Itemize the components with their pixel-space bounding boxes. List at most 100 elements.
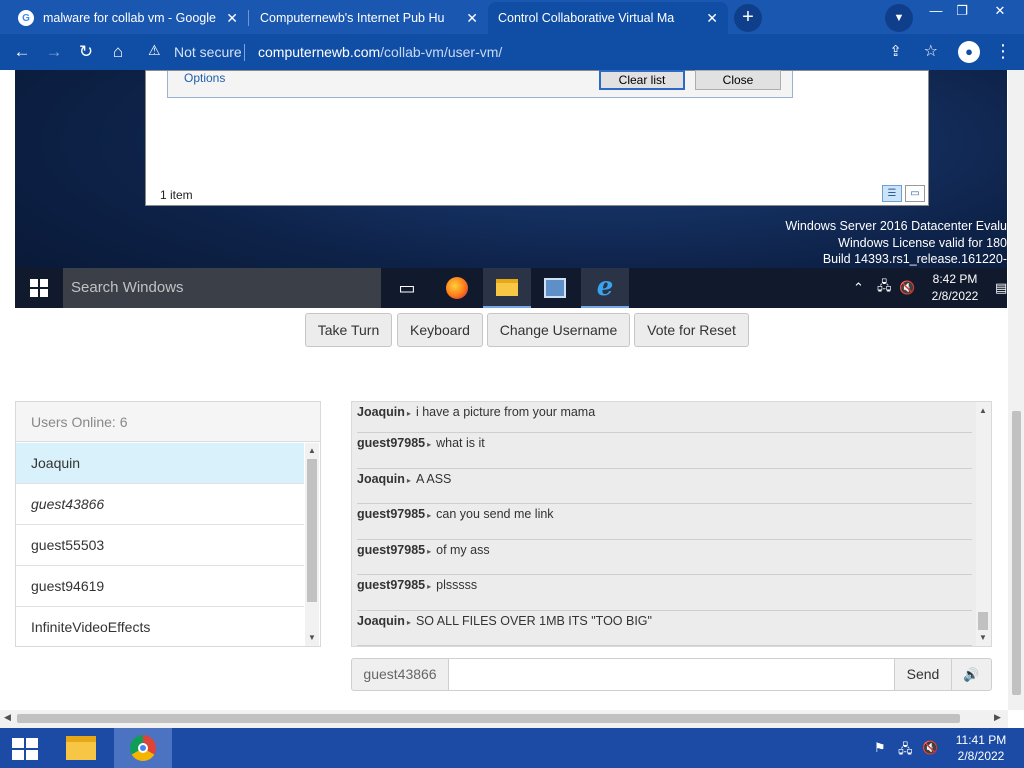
vm-time: 8:42 PM — [932, 272, 978, 286]
browser-toolbar: ← → ↻ ⌂ ⚠ Not secure computernewb.com/co… — [0, 34, 1024, 70]
scroll-up-icon[interactable]: ▲ — [305, 446, 319, 455]
keyboard-button[interactable]: Keyboard — [397, 313, 483, 347]
user-list-item[interactable]: guest94619 — [16, 566, 304, 607]
divider — [244, 44, 245, 61]
forward-button[interactable]: → — [42, 40, 66, 64]
flag-icon[interactable]: ⚑ — [874, 740, 886, 756]
chat-username-label: guest43866 — [351, 658, 449, 691]
scroll-thumb[interactable] — [17, 714, 960, 723]
chat-message-user[interactable]: guest97985 — [357, 507, 425, 521]
change-username-button[interactable]: Change Username — [487, 313, 630, 347]
notifications-icon[interactable]: ▤ — [995, 268, 1007, 308]
tab-google-search[interactable]: G malware for collab vm - Google S ✕ — [8, 2, 248, 34]
bookmark-star-icon[interactable]: ☆ — [924, 41, 938, 61]
scroll-thumb[interactable] — [1012, 411, 1021, 695]
scroll-right-icon[interactable]: ▶ — [994, 712, 1001, 723]
scroll-thumb[interactable] — [978, 612, 988, 630]
volume-muted-icon[interactable]: 🔇 — [922, 740, 938, 756]
reload-button[interactable]: ↻ — [74, 40, 98, 64]
clear-list-button[interactable]: Clear list — [599, 70, 685, 90]
user-list-item[interactable]: guest55503 — [16, 525, 304, 566]
scroll-down-icon[interactable]: ▼ — [305, 633, 319, 642]
address-bar[interactable]: ⚠ Not secure computernewb.com/collab-vm/… — [140, 38, 950, 66]
vote-reset-button[interactable]: Vote for Reset — [634, 313, 749, 347]
chrome-icon[interactable] — [114, 728, 172, 768]
close-icon[interactable]: ✕ — [706, 10, 718, 27]
chat-message-user[interactable]: Joaquin — [357, 405, 405, 419]
user-list-item[interactable]: InfiniteVideoEffects — [16, 607, 304, 646]
chat-message-user[interactable]: guest97985 — [357, 543, 425, 557]
chat-scrollbar[interactable]: ▲ ▼ — [976, 402, 991, 646]
scroll-thumb[interactable] — [307, 459, 317, 602]
users-online-header: Users Online: 6 — [16, 402, 320, 442]
send-button[interactable]: Send — [894, 658, 952, 691]
restore-button[interactable]: ❐ — [944, 0, 980, 22]
network-icon[interactable]: 🖧 — [877, 268, 892, 308]
host-clock[interactable]: 11:41 PM 2/8/2022 — [948, 732, 1014, 764]
tab-collab-vm[interactable]: ☻ Control Collaborative Virtual Ma ✕ — [488, 2, 728, 34]
page-horizontal-scrollbar[interactable]: ◀ ▶ — [0, 710, 1008, 728]
explorer-window[interactable]: Options Clear list Close 1 item ☰ ▭ — [145, 70, 929, 206]
close-icon[interactable]: ✕ — [466, 10, 478, 27]
chat-message-text: can you send me link — [436, 507, 554, 521]
chat-message-list[interactable]: Joaquin ▸ i have a picture from your mama g… — [352, 402, 972, 646]
chevron-right-icon: ▸ — [406, 409, 411, 418]
chat-message: guest97985 ▸ what is it — [357, 433, 972, 469]
new-tab-button[interactable]: + — [734, 4, 762, 32]
more-menu-icon[interactable]: ⋮ — [994, 40, 1012, 62]
user-list[interactable]: Joaquin guest43866 guest55503 guest94619… — [16, 443, 304, 646]
page-vertical-scrollbar[interactable] — [1008, 70, 1024, 710]
profile-avatar-icon[interactable]: ● — [958, 41, 980, 63]
scroll-up-icon[interactable]: ▲ — [976, 406, 990, 415]
options-link[interactable]: Options — [184, 71, 225, 85]
details-view-icon[interactable]: ☰ — [882, 185, 902, 202]
user-list-scrollbar[interactable]: ▲ ▼ — [305, 443, 319, 646]
chat-message: guest97985 ▸ plsssss — [357, 575, 972, 611]
firefox-icon[interactable] — [433, 268, 481, 308]
vm-screen[interactable]: Options Clear list Close 1 item ☰ ▭ Wind… — [15, 70, 1007, 308]
window-close-button[interactable]: ✕ — [982, 0, 1018, 22]
home-button[interactable]: ⌂ — [106, 40, 130, 64]
server-manager-icon[interactable] — [531, 268, 579, 308]
vm-clock[interactable]: 8:42 PM 2/8/2022 — [915, 271, 995, 305]
chat-message-user[interactable]: guest97985 — [357, 436, 425, 450]
share-icon[interactable]: ⇪ — [889, 42, 902, 60]
internet-explorer-icon[interactable]: e — [581, 268, 629, 308]
scroll-left-icon[interactable]: ◀ — [4, 712, 11, 723]
volume-muted-icon[interactable]: 🔇 — [899, 268, 915, 308]
windows-start-icon[interactable] — [30, 279, 48, 297]
tray-chevron-up-icon[interactable]: ⌃ — [853, 268, 864, 308]
tab-search-button[interactable]: ▼ — [885, 4, 913, 32]
file-explorer-icon[interactable] — [483, 268, 531, 308]
close-icon[interactable]: ✕ — [226, 10, 238, 27]
windows-start-icon[interactable] — [12, 738, 38, 760]
file-explorer-icon[interactable] — [52, 728, 110, 768]
chat-message: Joaquin ▸ i have a picture from your mama — [357, 402, 972, 433]
chat-message-text: i have a picture from your mama — [415, 405, 596, 419]
security-label[interactable]: Not secure — [174, 44, 242, 60]
chat-message-user[interactable]: guest97985 — [357, 578, 425, 592]
url-host: computernewb.com — [258, 44, 381, 60]
take-turn-button[interactable]: Take Turn — [305, 313, 392, 347]
chat-message-user[interactable]: Joaquin — [357, 614, 405, 628]
large-icons-view-icon[interactable]: ▭ — [905, 185, 925, 202]
scroll-down-icon[interactable]: ▼ — [976, 633, 990, 642]
dialog-close-button[interactable]: Close — [695, 70, 781, 90]
chat-panel: Joaquin ▸ i have a picture from your mama g… — [351, 401, 992, 647]
chat-message-input[interactable] — [449, 658, 895, 691]
tab-computernewb-pub[interactable]: ☻ Computernewb's Internet Pub Hu ✕ — [250, 2, 488, 34]
speaker-icon[interactable]: 🔊 — [951, 658, 992, 691]
chat-message-user[interactable]: Joaquin — [357, 472, 405, 486]
tab-title: Control Collaborative Virtual Ma — [498, 11, 675, 25]
url-text[interactable]: computernewb.com/collab-vm/user-vm/ — [258, 44, 502, 60]
network-icon[interactable]: 🖧 — [898, 740, 913, 762]
host-taskbar: ⚑ 🖧 🔇 11:41 PM 2/8/2022 — [0, 728, 1024, 768]
user-list-item[interactable]: guest43866 — [16, 484, 304, 525]
vm-search-box[interactable]: Search Windows — [63, 268, 381, 308]
warning-icon[interactable]: ⚠ — [148, 42, 161, 59]
chat-message-text: plsssss — [436, 578, 478, 592]
home-icon: ⌂ — [112, 42, 124, 61]
user-list-item[interactable]: Joaquin — [16, 443, 304, 484]
task-view-icon[interactable]: ▭ — [383, 268, 431, 308]
back-button[interactable]: ← — [10, 40, 34, 64]
